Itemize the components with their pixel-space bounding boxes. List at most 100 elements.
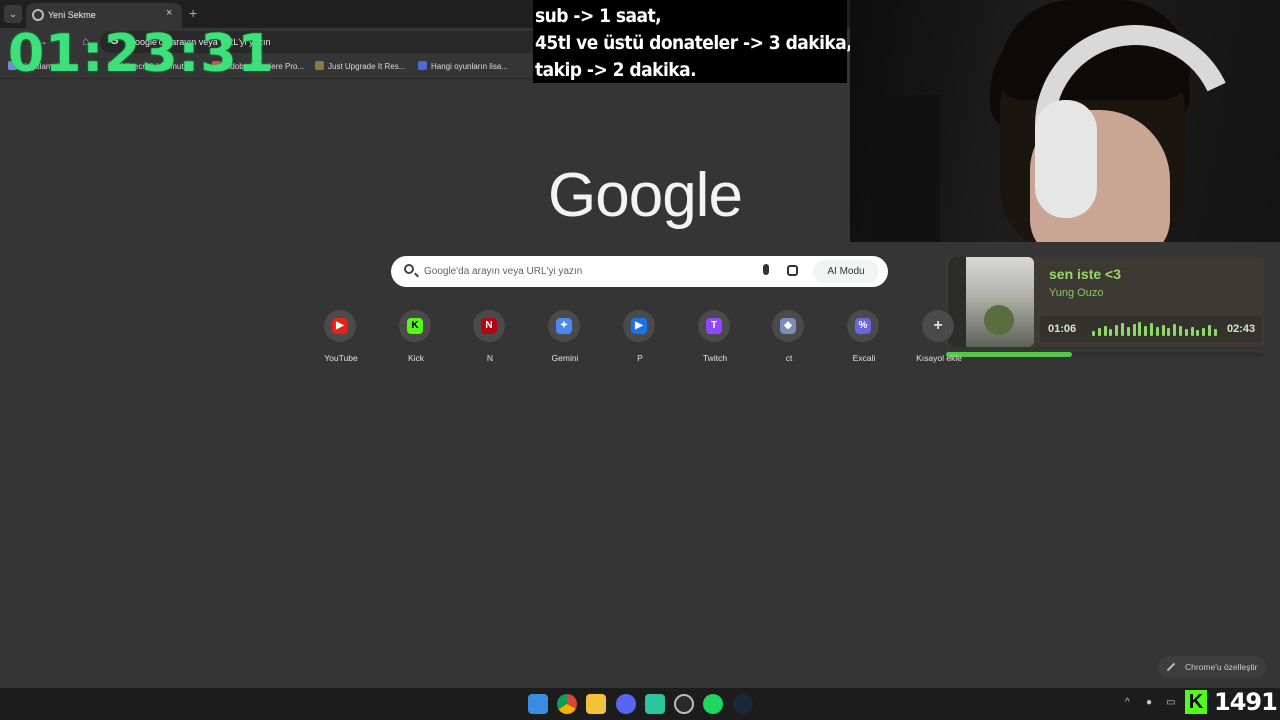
waveform-bar [1167,328,1171,336]
search-icon [404,264,414,274]
search-input[interactable]: Google'da arayın veya URL'yi yazın [424,266,582,277]
shortcut-n[interactable]: NN [455,310,525,370]
add-shortcut-icon: + [933,317,943,334]
waveform-bar [1202,328,1206,336]
shortcut-tile: K [399,310,431,342]
shortcut-p[interactable]: ▶ P [605,310,675,370]
shortcut-label: N [486,353,494,363]
current-time: 01:06 [1048,323,1077,335]
shortcut-gemini[interactable]: ✦ Gemini [530,310,600,370]
waveform-bar [1121,323,1124,336]
spotify-icon[interactable] [703,694,723,714]
waveform-bar [1109,329,1113,336]
waveform-bar [1190,327,1194,336]
playback-row: 01:06 02:43 [1040,316,1262,342]
gemini-icon: ✦ [556,318,572,334]
waveform-bar [1097,328,1101,336]
waveform-bar [1155,327,1159,336]
bookmark-hangi-oyunlar[interactable]: Hangi oyunların lisa... [418,61,508,71]
shortcut-label: YouTube [324,353,358,363]
waveform-bar [1103,326,1107,336]
rule-line: 45tl ve üstü donateler -> 3 dakika, [535,32,853,54]
shortcut-tile: % [847,310,879,342]
youtube-icon: ▶ [332,318,348,334]
close-icon[interactable]: × [166,7,172,19]
waveform-bar [1213,329,1217,336]
shortcut-label: P [637,353,643,363]
microphone-icon[interactable] [763,264,769,275]
shortcut-twitch[interactable]: T Twitch [680,310,750,370]
stream-timer: 01:23:31 [8,24,275,84]
shortcut-tile: T [698,310,730,342]
kick-follower-counter: K 1491 [1185,688,1280,720]
shortcut-tile: ◆ [772,310,804,342]
app-icon[interactable] [645,694,665,714]
waveform-bar [1208,325,1211,336]
bookmark-just-upgrade[interactable]: Just Upgrade It Res... [315,61,405,71]
shortcut-label: Kısayol ekle [916,353,962,363]
waveform-bar [1150,323,1153,336]
pencil-icon [1166,662,1176,672]
shortcut-label: Twitch [702,353,728,363]
shortcut-kick[interactable]: K Kick [381,310,451,370]
kick-icon: K [407,318,423,334]
google-lens-icon[interactable] [787,265,798,276]
shortcut-label: Excali [852,353,876,363]
rule-line: sub -> 1 saat, [535,5,662,27]
microphone-icon[interactable]: ● [1146,697,1152,708]
taskbar: ^ ● ▭ [0,688,1280,720]
tab-title: Yeni Sekme [48,10,96,20]
waveform-bar [1173,324,1177,336]
search-box[interactable]: Google'da arayın veya URL'yi yazın AI Mo… [391,256,888,287]
shortcut-label: Kick [407,353,425,363]
twitch-icon: T [706,318,722,334]
rule-line: takip -> 2 dakika. [535,59,697,81]
progress-bar [946,352,1262,357]
waveform-bar [1126,327,1130,336]
shortcut-excali[interactable]: % Excali [829,310,899,370]
shortcut-youtube[interactable]: ▶ YouTube [306,310,376,370]
waveform-bar [1196,330,1200,336]
new-tab-button[interactable]: + [189,5,197,21]
ct-icon: ◆ [780,318,796,334]
waveform-bar [1144,326,1148,336]
netflix-icon: N [481,318,497,334]
file-explorer-icon[interactable] [586,694,606,714]
waveform-bar [1179,326,1182,336]
google-logo: Google [548,161,743,230]
display-icon[interactable]: ▭ [1166,697,1175,708]
shortcut-tile: ▶ [324,310,356,342]
song-artist: Yung Ouzo [1049,287,1104,299]
obs-icon[interactable] [674,694,694,714]
shortcut-tile: N [473,310,505,342]
ai-mode-button[interactable]: AI Modu [813,260,879,283]
shortcut-kısayol-ekle[interactable]: + Kısayol ekle [904,310,974,370]
follower-count: 1491 [1214,688,1278,716]
chrome-favicon-icon [32,9,44,21]
customize-chrome-button[interactable]: Chrome'u özelleştir [1158,656,1266,678]
excalidraw-icon: % [855,318,871,334]
now-playing-widget: sen iste <3 Yung Ouzo 01:06 02:43 [946,257,1264,359]
waveform-bar [1092,331,1095,336]
webcam-feed [850,0,1280,242]
shortcut-label: Gemini [551,353,579,363]
shortcut-tile: + [922,310,954,342]
shortcut-tile: ✦ [548,310,580,342]
waveform-bar [1161,325,1165,336]
shortcut-ct[interactable]: ◆ ct [754,310,824,370]
waveform-bar [1132,324,1136,336]
total-time: 02:43 [1227,323,1256,335]
song-title: sen iste <3 [1049,266,1121,282]
tab-search-button[interactable]: ⌄ [4,5,22,23]
chrome-icon[interactable] [557,694,577,714]
kick-icon: K [1185,690,1207,714]
waveform [1092,322,1218,336]
windows-start-icon[interactable] [528,694,548,714]
chevron-up-icon[interactable]: ^ [1125,697,1130,708]
waveform-bar [1115,325,1119,336]
p-icon: ▶ [631,318,647,334]
shortcut-label: ct [785,353,793,363]
steam-icon[interactable] [733,694,753,714]
subathon-rules: sub -> 1 saat, 45tl ve üstü donateler ->… [533,0,853,83]
discord-icon[interactable] [616,694,636,714]
